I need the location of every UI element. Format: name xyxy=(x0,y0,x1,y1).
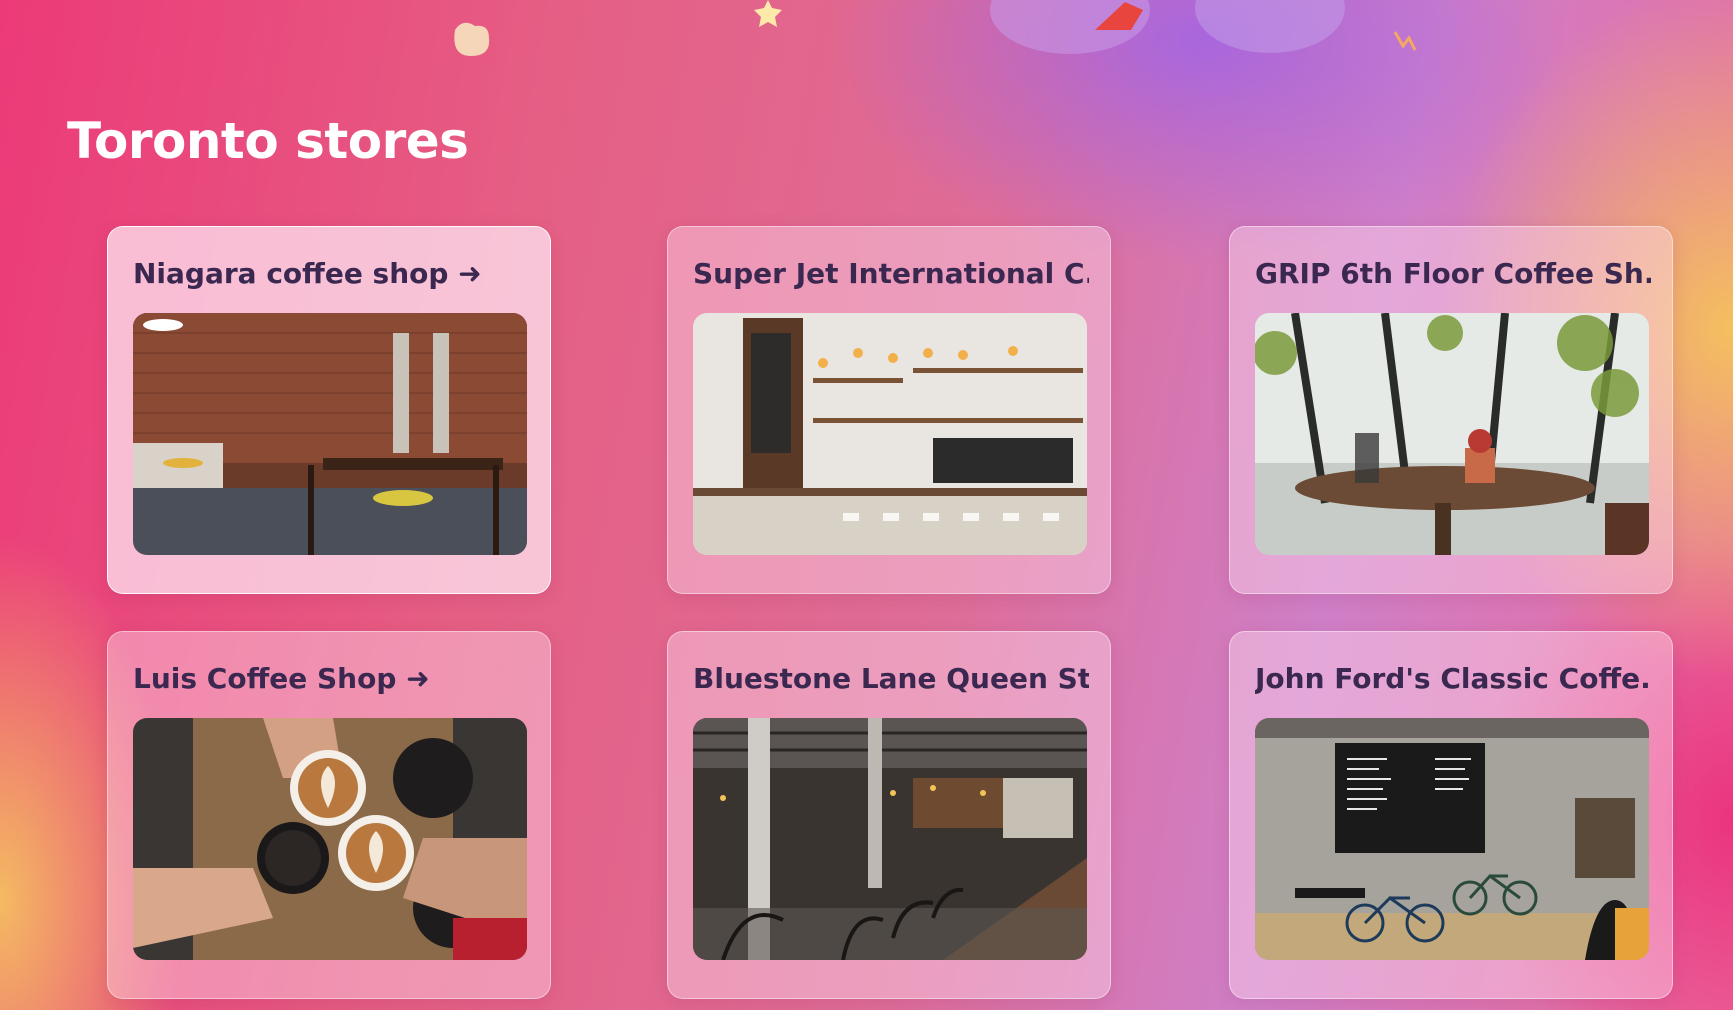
store-photo[interactable] xyxy=(133,718,527,960)
store-card-niagara[interactable]: Niagara coffee shop ➜ xyxy=(107,226,551,594)
latte-cheers-hands-photo xyxy=(133,718,527,960)
window-table-french-press-photo xyxy=(1255,313,1649,555)
store-card-luis[interactable]: Luis Coffee Shop ➜ xyxy=(107,631,551,999)
store-card-super-jet[interactable]: Super Jet International C... xyxy=(667,226,1111,594)
store-name[interactable]: Niagara coffee shop ➜ xyxy=(133,257,529,290)
store-photo[interactable] xyxy=(693,313,1087,555)
cafe-menu-board-bicycles-photo xyxy=(1255,718,1649,960)
store-name[interactable]: John Ford's Classic Coffe... xyxy=(1255,662,1651,695)
store-grid: Niagara coffee shop ➜ Super Jet Internat… xyxy=(0,0,1733,1010)
store-name[interactable]: Super Jet International C... xyxy=(693,257,1089,290)
store-photo[interactable] xyxy=(1255,313,1649,555)
store-name[interactable]: Luis Coffee Shop ➜ xyxy=(133,662,529,695)
store-photo[interactable] xyxy=(693,718,1087,960)
store-card-bluestone[interactable]: Bluestone Lane Queen St... xyxy=(667,631,1111,999)
store-card-john-ford[interactable]: John Ford's Classic Coffe... xyxy=(1229,631,1673,999)
coffee-shop-brick-wall-photo xyxy=(133,313,527,555)
store-name[interactable]: GRIP 6th Floor Coffee Sh... xyxy=(1255,257,1651,290)
store-name[interactable]: Bluestone Lane Queen St... xyxy=(693,662,1089,695)
industrial-cafe-long-table-photo xyxy=(693,718,1087,960)
cafe-counter-pendant-lights-photo xyxy=(693,313,1087,555)
store-photo[interactable] xyxy=(133,313,527,555)
store-card-grip[interactable]: GRIP 6th Floor Coffee Sh... xyxy=(1229,226,1673,594)
store-photo[interactable] xyxy=(1255,718,1649,960)
